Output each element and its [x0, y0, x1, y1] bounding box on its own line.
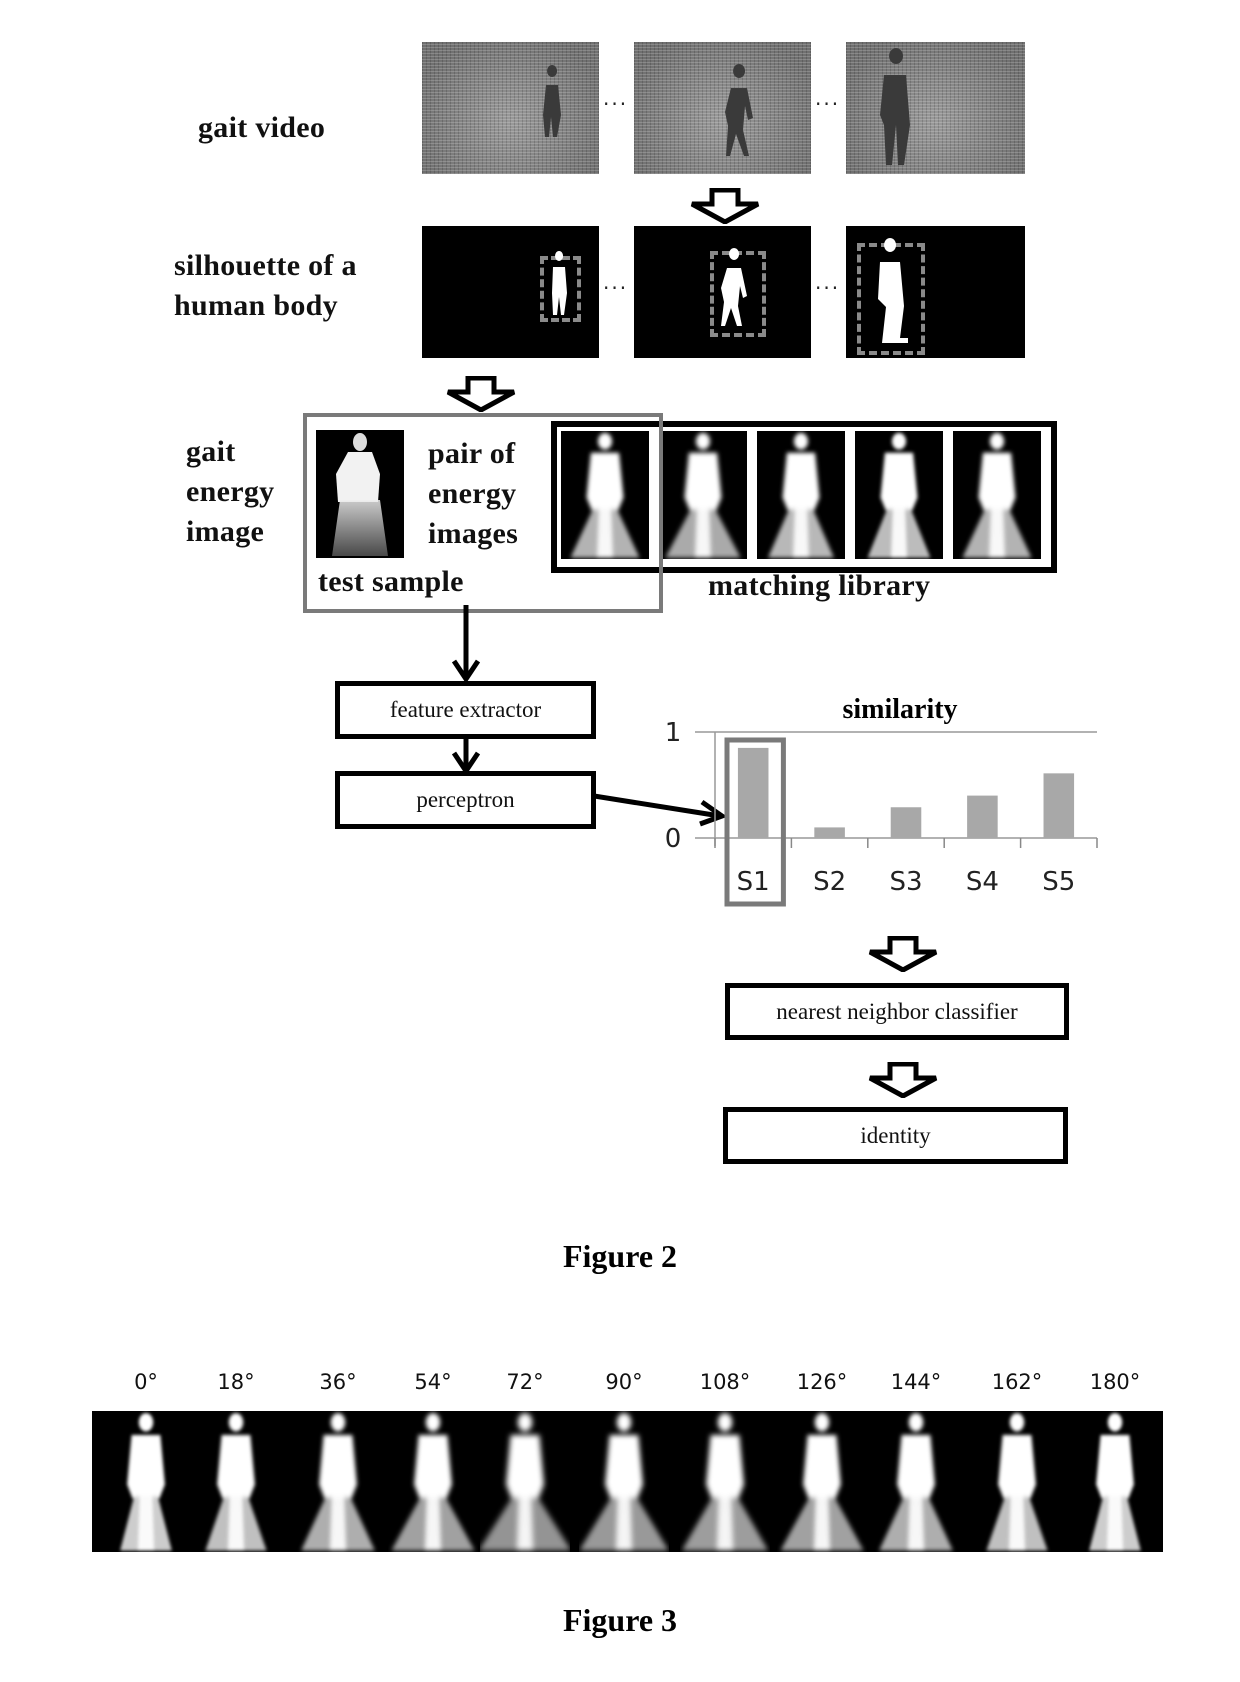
bar-s3 [890, 807, 922, 838]
gait-energy-silhouette-icon [478, 1413, 572, 1551]
label-gei-line1: gait [186, 435, 236, 468]
test-gei-image [316, 430, 404, 558]
view-gei-silhouette [293, 1411, 383, 1552]
bar-s1 [737, 747, 769, 838]
view-gei-silhouette [871, 1411, 961, 1552]
silhouette-frame-1 [422, 226, 599, 358]
identity-box: identity [723, 1107, 1068, 1164]
silhouette-icon [878, 238, 908, 343]
ellipsis: ··· [603, 276, 629, 300]
arrow-down-icon [451, 737, 481, 773]
walking-person-icon [880, 48, 910, 165]
chart-title: similarity [842, 694, 957, 725]
bar-s2 [814, 827, 845, 838]
bar-s4 [967, 795, 998, 838]
x-tick-label: S1 [737, 867, 770, 897]
gait-energy-silhouette-icon [665, 432, 741, 558]
angle-label: 126° [796, 1370, 848, 1394]
silhouette-frame-2 [634, 226, 811, 358]
x-tick-label: S2 [813, 867, 846, 897]
x-tick-label: S3 [889, 867, 922, 897]
gait-energy-silhouette-icon [879, 1413, 953, 1551]
label-matching-library: matching library [708, 569, 931, 602]
gait-energy-silhouette-icon [120, 1413, 172, 1551]
gait-energy-silhouette-icon [962, 432, 1032, 558]
angle-label: 0° [134, 1370, 158, 1394]
view-gei-silhouette [777, 1411, 867, 1552]
view-gei-silhouette [388, 1411, 478, 1552]
angle-label: 90° [605, 1370, 643, 1394]
view-gei-silhouette [579, 1411, 669, 1552]
gait-energy-silhouette-icon [681, 1413, 769, 1551]
figure-3-caption: Figure 3 [562, 1602, 678, 1638]
label-gei-line2: energy [186, 475, 275, 508]
down-arrow-icon [868, 1062, 938, 1098]
library-gei-image [659, 431, 747, 559]
feature-extractor-box: feature extractor [335, 681, 596, 739]
gait-energy-silhouette-icon [579, 1413, 669, 1551]
x-tick-label: S4 [966, 867, 999, 897]
figure-2-caption: Figure 2 [562, 1238, 678, 1274]
silhouette-icon [721, 248, 747, 326]
silhouette-frame-3 [846, 226, 1025, 358]
label-test-sample: test sample [318, 565, 464, 598]
down-arrow-icon [868, 936, 938, 972]
arrow-down-icon [451, 605, 481, 683]
ellipsis: ··· [815, 276, 841, 300]
angle-label: 54° [414, 1370, 452, 1394]
label-pair-line3: images [428, 517, 519, 550]
y-tick-label: 1 [665, 718, 682, 748]
x-tick-label: S5 [1042, 867, 1075, 897]
label-silhouette-line2: human body [174, 289, 338, 322]
label-pair-line2: energy [428, 477, 517, 510]
multi-view-gei-strip [92, 1411, 1163, 1552]
gait-energy-silhouette-icon [391, 1413, 475, 1551]
view-gei-silhouette [680, 1411, 770, 1552]
down-arrow-icon [690, 188, 760, 224]
gait-video-frame-1 [422, 42, 599, 174]
angle-label: 144° [890, 1370, 942, 1394]
library-gei-image [953, 431, 1041, 559]
label-gait-video: gait video [198, 111, 326, 144]
label-gei-line3: image [186, 515, 265, 548]
gait-energy-silhouette-icon [780, 1413, 864, 1551]
gait-energy-silhouette-icon [1089, 1413, 1141, 1551]
angle-label: 72° [506, 1370, 544, 1394]
view-gei-silhouette [1070, 1411, 1160, 1552]
label-silhouette-line1: silhouette of a [174, 249, 357, 282]
view-gei-silhouette [972, 1411, 1062, 1552]
gait-energy-silhouette-icon [986, 1413, 1048, 1551]
ellipsis: ··· [815, 92, 841, 116]
library-gei-image [855, 431, 943, 559]
silhouette-icon [552, 251, 567, 315]
walking-person-icon [725, 64, 753, 156]
angle-label: 18° [217, 1370, 255, 1394]
gait-video-frame-3 [846, 42, 1025, 174]
gait-energy-silhouette-icon [301, 1413, 375, 1551]
angle-label: 36° [319, 1370, 357, 1394]
similarity-chart: similarity 0 1 S1 S2 S3 S4 S5 [665, 694, 1098, 907]
nearest-neighbor-classifier-box: nearest neighbor classifier [725, 983, 1069, 1040]
view-gei-silhouette [101, 1411, 191, 1552]
gait-energy-silhouette-icon [205, 1413, 267, 1551]
bar-s5 [1043, 773, 1075, 838]
gait-energy-silhouette-icon [768, 432, 834, 558]
angle-label: 108° [699, 1370, 751, 1394]
gait-video-frame-2 [634, 42, 811, 174]
view-gei-silhouette [191, 1411, 281, 1552]
y-tick-label: 0 [665, 824, 682, 854]
view-gei-silhouette [478, 1411, 572, 1552]
ellipsis: ··· [603, 92, 629, 116]
angle-label: 162° [991, 1370, 1043, 1394]
gait-energy-silhouette-icon [332, 433, 388, 556]
gait-energy-silhouette-icon [867, 432, 931, 558]
down-arrow-icon [446, 376, 516, 412]
angle-label: 180° [1089, 1370, 1141, 1394]
perceptron-box: perceptron [335, 771, 596, 829]
walking-person-icon [543, 65, 561, 137]
library-gei-image [757, 431, 845, 559]
label-pair-line1: pair of [428, 437, 516, 470]
